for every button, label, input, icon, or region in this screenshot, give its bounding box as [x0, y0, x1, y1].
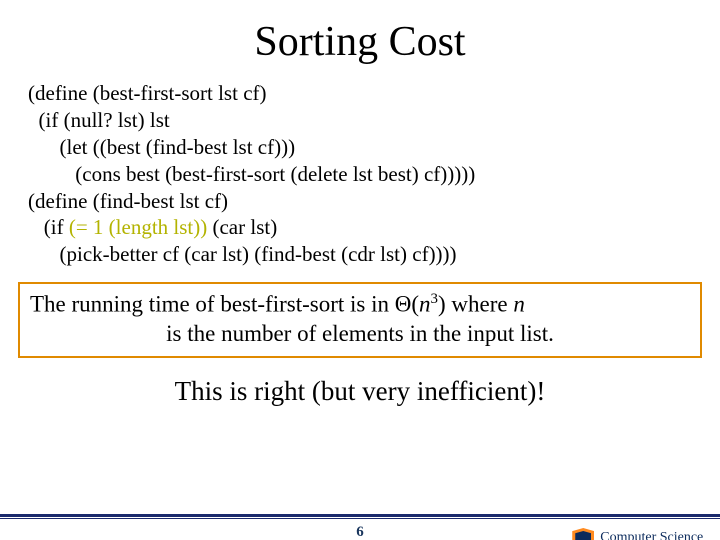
code-block: (define (best-first-sort lst cf) (if (nu…: [28, 80, 700, 268]
var-n: n: [419, 292, 431, 317]
code-line: (pick-better cf (car lst) (find-best (cd…: [28, 242, 457, 266]
callout-text: The running time of best-first-sort is i…: [30, 292, 395, 317]
exponent: 3: [431, 291, 438, 307]
callout-box: The running time of best-first-sort is i…: [18, 282, 702, 358]
code-line: (define (best-first-sort lst cf): [28, 81, 267, 105]
code-line: (if (= 1 (length lst)) (car lst): [28, 215, 277, 239]
slide-title: Sorting Cost: [0, 18, 720, 66]
code-line: (define (find-best lst cf): [28, 189, 228, 213]
footer-rule: [0, 514, 720, 517]
code-line: (cons best (best-first-sort (delete lst …: [28, 162, 475, 186]
conclusion-text: This is right (but very inefficient)!: [0, 376, 720, 407]
close-paren: ): [438, 292, 446, 317]
theta-symbol: Θ(: [395, 292, 419, 317]
slide-footer: 6 Computer Science at the UNIVERSITY of …: [0, 514, 720, 540]
highlighted-code: (= 1 (length lst)): [69, 215, 207, 239]
university-logo: Computer Science at the UNIVERSITY of VI…: [572, 528, 706, 540]
footer-rule-thin: [0, 518, 720, 519]
shield-icon: [572, 528, 594, 540]
code-line: (if (null? lst) lst: [28, 108, 170, 132]
logo-main-text: Computer Science: [600, 531, 706, 540]
code-line: (let ((best (find-best lst cf))): [28, 135, 295, 159]
callout-text: where: [446, 292, 514, 317]
var-n: n: [513, 292, 525, 317]
callout-line2: is the number of elements in the input l…: [30, 320, 690, 349]
logo-text: Computer Science at the UNIVERSITY of VI…: [600, 531, 706, 540]
